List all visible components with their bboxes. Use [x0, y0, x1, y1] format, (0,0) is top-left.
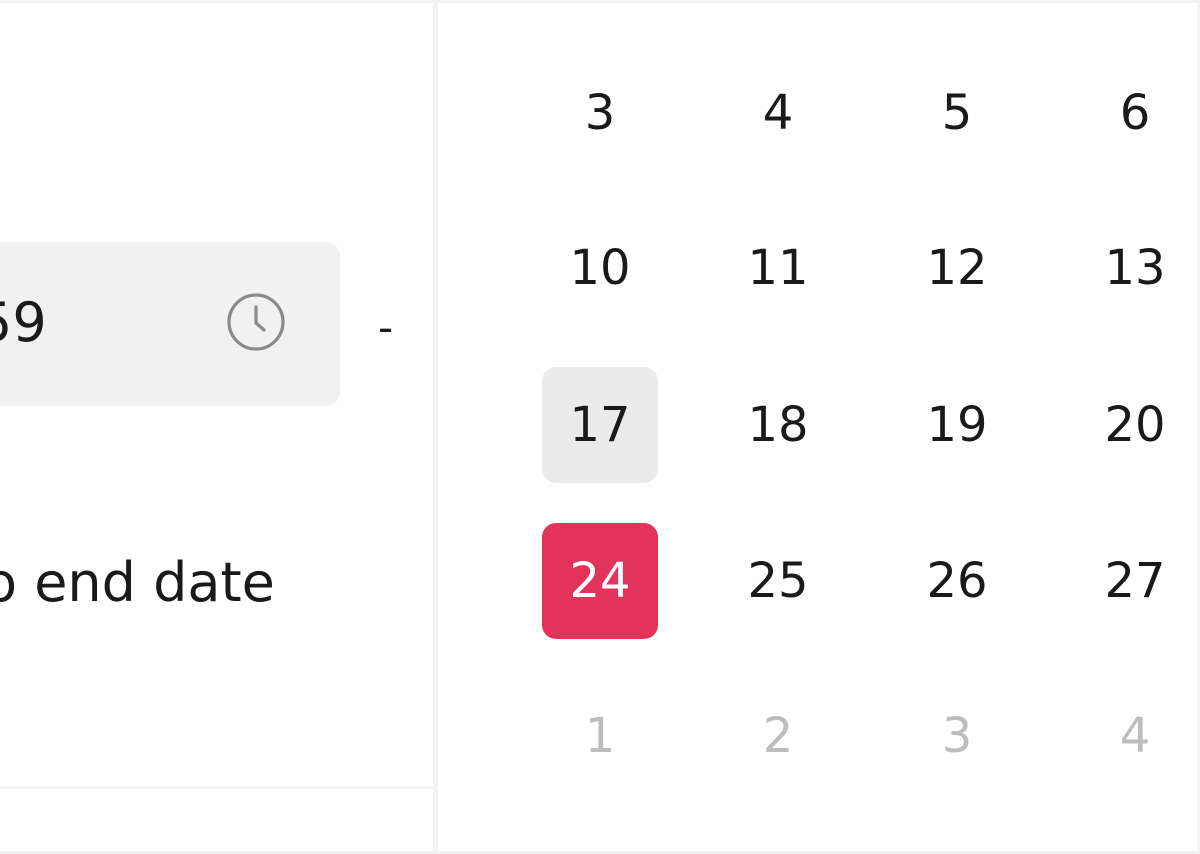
clock-icon[interactable]	[226, 292, 286, 352]
calendar-day[interactable]: 13	[1077, 210, 1193, 326]
calendar-day-next-month[interactable]: 4	[1077, 678, 1193, 794]
calendar-day[interactable]: 4	[720, 55, 836, 171]
calendar-day[interactable]: 5	[899, 55, 1015, 171]
calendar-day-next-month[interactable]: 1	[542, 678, 658, 794]
calendar-day[interactable]: 12	[899, 210, 1015, 326]
screen: 59 - o end date 3 4 5 6 10 11 12 13 17 1…	[0, 0, 1200, 854]
range-separator: -	[378, 303, 394, 352]
calendar-day[interactable]: 25	[720, 523, 836, 639]
calendar-day[interactable]: 26	[899, 523, 1015, 639]
calendar-day-next-month[interactable]: 2	[720, 678, 836, 794]
calendar-day[interactable]: 6	[1077, 55, 1193, 171]
panel-footer	[0, 789, 433, 851]
calendar-grid: 3 4 5 6 10 11 12 13 17 18 19 20 24 25 26…	[438, 3, 1197, 851]
calendar-day-next-month[interactable]: 3	[899, 678, 1015, 794]
calendar-day[interactable]: 27	[1077, 523, 1193, 639]
calendar-day[interactable]: 3	[542, 55, 658, 171]
calendar-day[interactable]: 19	[899, 367, 1015, 483]
calendar-day[interactable]: 10	[542, 210, 658, 326]
calendar-day-selected[interactable]: 24	[542, 523, 658, 639]
schedule-panel: 59 - o end date	[0, 3, 433, 786]
start-time-value: 59	[0, 291, 47, 354]
start-time-input[interactable]	[0, 242, 340, 406]
calendar-day[interactable]: 20	[1077, 367, 1193, 483]
calendar-day[interactable]: 11	[720, 210, 836, 326]
calendar-day[interactable]: 18	[720, 367, 836, 483]
no-end-date-option[interactable]: o end date	[0, 548, 275, 618]
calendar-day-today[interactable]: 17	[542, 367, 658, 483]
